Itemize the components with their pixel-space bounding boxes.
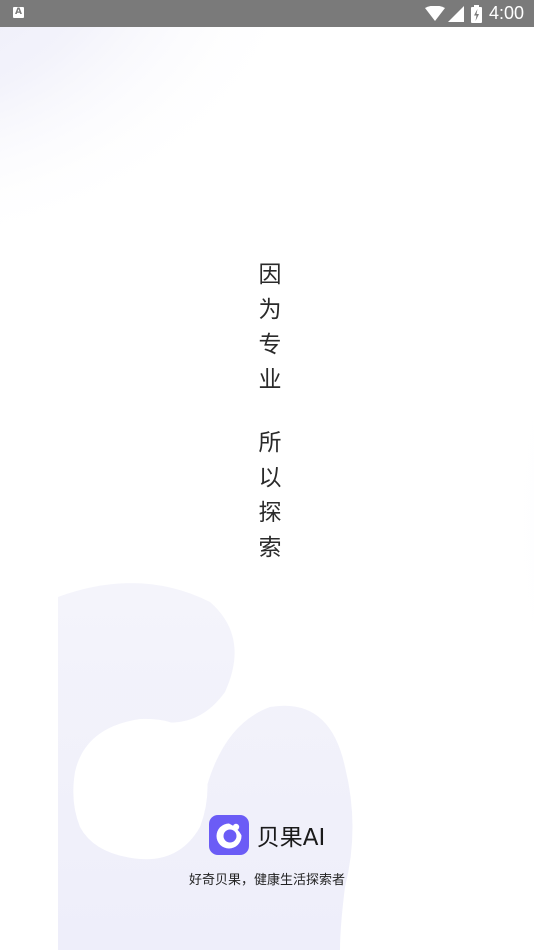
slogan: 因为专业 所以探索	[252, 262, 282, 570]
status-time: 4:00	[488, 3, 524, 23]
slogan-line-1: 因为专业	[254, 262, 280, 402]
beiguo-logo-icon	[208, 815, 249, 855]
brand-row: 贝果AI	[208, 815, 326, 855]
battery-charging-icon	[470, 4, 482, 23]
wifi-icon	[424, 5, 445, 21]
brand-block: 贝果AI 好奇贝果，健康生活探索者	[0, 815, 534, 888]
cell-signal-icon	[447, 5, 464, 22]
status-indicators: 4:00	[424, 0, 524, 27]
brand-tagline: 好奇贝果，健康生活探索者	[188, 873, 345, 888]
brand-name: 贝果AI	[256, 825, 326, 851]
status-bar: A 4:00	[0, 0, 534, 27]
slogan-line-2: 所以探索	[254, 430, 280, 570]
notification-app-icon: A	[13, 7, 24, 18]
